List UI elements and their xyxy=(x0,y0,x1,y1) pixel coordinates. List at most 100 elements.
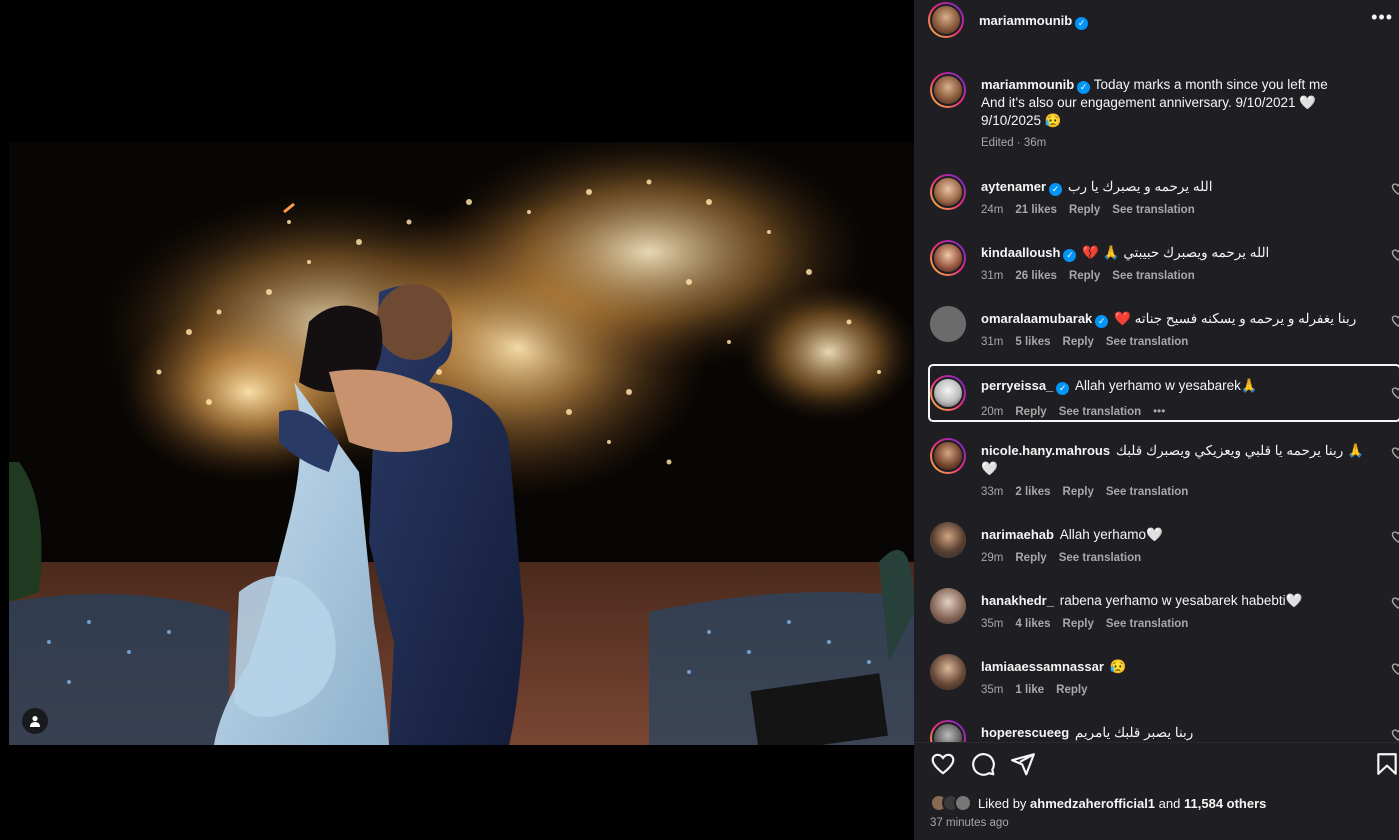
commenter-avatar[interactable] xyxy=(930,522,966,558)
save-button[interactable] xyxy=(1374,751,1399,777)
comment-like-button[interactable] xyxy=(1391,596,1399,610)
commenter-username[interactable]: narimaehab xyxy=(981,527,1054,542)
reply-button[interactable]: Reply xyxy=(1015,406,1046,418)
comment-like-button[interactable] xyxy=(1391,446,1399,460)
comment-item: hanakhedr_ rabena yerhamo w yesabarek ha… xyxy=(930,588,1399,654)
caption-author-avatar[interactable] xyxy=(930,72,966,108)
comment-like-button[interactable] xyxy=(1391,182,1399,196)
comment-icon xyxy=(972,753,995,776)
post-actions-bar: Liked by ahmedzaherofficial1 and 11,584 … xyxy=(914,742,1399,840)
caption-text-block: mariammounib ✓ Today marks a month since … xyxy=(981,76,1341,130)
heart-icon xyxy=(1391,183,1399,195)
commenter-username[interactable]: kindaalloush xyxy=(981,245,1060,260)
comment-likes[interactable]: 2 likes xyxy=(1015,486,1050,498)
comment-item: kindaalloush ✓ 💔 🙏 الله يرحمه ويصبرك حبيب… xyxy=(930,240,1399,306)
post-timestamp[interactable]: 37 minutes ago xyxy=(930,817,1009,829)
comment-time: 20m xyxy=(981,406,1004,418)
comment-time: 31m xyxy=(981,336,1004,348)
comment-time: 35m xyxy=(981,684,1004,696)
comment-like-button[interactable] xyxy=(1391,728,1399,742)
comment-time: 31m xyxy=(981,270,1004,282)
comment-like-button[interactable] xyxy=(1391,314,1399,328)
verified-icon: ✓ xyxy=(1049,183,1063,196)
commenter-username[interactable]: aytenamer xyxy=(981,179,1046,194)
commenter-username[interactable]: perryeissa_ xyxy=(981,378,1053,393)
commenter-avatar[interactable] xyxy=(930,375,966,411)
verified-icon: ✓ xyxy=(1077,81,1091,94)
comment-like-button[interactable] xyxy=(1391,248,1399,262)
bookmark-icon xyxy=(1377,753,1397,775)
comment-text: Allah yerhamo w yesabarek🙏 xyxy=(1075,378,1258,393)
see-translation-button[interactable]: See translation xyxy=(1112,270,1194,282)
reply-button[interactable]: Reply xyxy=(1069,204,1100,216)
commenter-username[interactable]: omaralaamubarak xyxy=(981,311,1092,326)
commenter-avatar[interactable] xyxy=(930,240,966,276)
comment-like-button[interactable] xyxy=(1391,386,1399,400)
more-options-button[interactable]: ••• xyxy=(1371,8,1393,26)
comment-body: perryeissa_ ✓ Allah yerhamo w yesabarek🙏 xyxy=(981,377,1376,395)
comment-button[interactable] xyxy=(970,751,996,777)
comment-like-button[interactable] xyxy=(1391,662,1399,676)
commenter-avatar[interactable] xyxy=(930,306,966,342)
comment-likes[interactable]: 1 like xyxy=(1015,684,1044,696)
comment-body: kindaalloush ✓ 💔 🙏 الله يرحمه ويصبرك حبيب… xyxy=(981,244,1376,262)
heart-icon xyxy=(1391,531,1399,543)
reply-button[interactable]: Reply xyxy=(1015,552,1046,564)
commenter-avatar[interactable] xyxy=(930,174,966,210)
reply-button[interactable]: Reply xyxy=(1069,270,1100,282)
see-translation-button[interactable]: See translation xyxy=(1106,486,1188,498)
caption-author-username[interactable]: mariammounib xyxy=(981,77,1074,92)
verified-icon: ✓ xyxy=(1063,249,1077,262)
see-translation-button[interactable]: See translation xyxy=(1059,406,1141,418)
commenter-username[interactable]: hanakhedr_ xyxy=(981,593,1054,608)
verified-icon: ✓ xyxy=(1056,382,1070,395)
see-translation-button[interactable]: See translation xyxy=(1059,552,1141,564)
see-translation-button[interactable]: See translation xyxy=(1106,336,1188,348)
author-username[interactable]: mariammounib xyxy=(979,13,1072,28)
heart-icon xyxy=(1391,387,1399,399)
heart-icon xyxy=(1391,729,1399,741)
heart-icon xyxy=(1391,597,1399,609)
reply-button[interactable]: Reply xyxy=(1063,336,1094,348)
photo-illustration xyxy=(9,142,914,745)
reply-button[interactable]: Reply xyxy=(1063,486,1094,498)
comment-likes[interactable]: 26 likes xyxy=(1015,270,1057,282)
like-button[interactable] xyxy=(930,751,956,777)
user-icon xyxy=(30,716,40,727)
commenter-username[interactable]: hoperescueeg xyxy=(981,725,1069,740)
commenter-avatar[interactable] xyxy=(930,438,966,474)
comment-time: 29m xyxy=(981,552,1004,564)
comment-likes[interactable]: 5 likes xyxy=(1015,336,1050,348)
commenter-avatar[interactable] xyxy=(930,654,966,690)
reply-button[interactable]: Reply xyxy=(1063,618,1094,630)
comment-text: الله يرحمه و يصبرك يا رب xyxy=(1067,179,1213,194)
likes-prefix: Liked by xyxy=(978,795,1027,811)
see-translation-button[interactable]: See translation xyxy=(1112,204,1194,216)
reply-button[interactable]: Reply xyxy=(1056,684,1087,696)
comment-body: nicole.hany.mahrous ربنا يرحمه يا قلبي و… xyxy=(981,442,1376,478)
comment-meta: 33m 2 likes Reply See translation xyxy=(981,486,1200,498)
comment-likes[interactable]: 4 likes xyxy=(1015,618,1050,630)
comment-time: 24m xyxy=(981,204,1004,216)
see-translation-button[interactable]: See translation xyxy=(1106,618,1188,630)
tagged-people-button[interactable] xyxy=(22,708,48,734)
commenter-avatar[interactable] xyxy=(930,588,966,624)
send-icon xyxy=(1011,753,1035,776)
comment-body: narimaehab Allah yerhamo🤍 xyxy=(981,526,1376,544)
comment-likes[interactable]: 21 likes xyxy=(1015,204,1057,216)
share-button[interactable] xyxy=(1010,751,1036,777)
comment-more-button[interactable]: ••• xyxy=(1153,406,1165,418)
likes-count[interactable]: 11,584 others xyxy=(1184,796,1266,811)
comment-like-button[interactable] xyxy=(1391,530,1399,544)
post-photo[interactable] xyxy=(9,142,914,745)
comment-body: omaralaamubarak ✓ ❤️ ربنا يغفرله و يرحمه … xyxy=(981,310,1376,328)
commenter-username[interactable]: nicole.hany.mahrous xyxy=(981,443,1110,458)
heart-icon xyxy=(1391,249,1399,261)
liker-avatar xyxy=(954,794,972,812)
author-avatar[interactable] xyxy=(928,2,964,38)
comment-meta: 35m 4 likes Reply See translation xyxy=(981,618,1200,630)
liker-username[interactable]: ahmedzaherofficial1 xyxy=(1030,796,1155,811)
likes-and: and xyxy=(1158,795,1181,811)
commenter-username[interactable]: lamiaaessamnassar xyxy=(981,659,1104,674)
media-area xyxy=(0,0,914,840)
